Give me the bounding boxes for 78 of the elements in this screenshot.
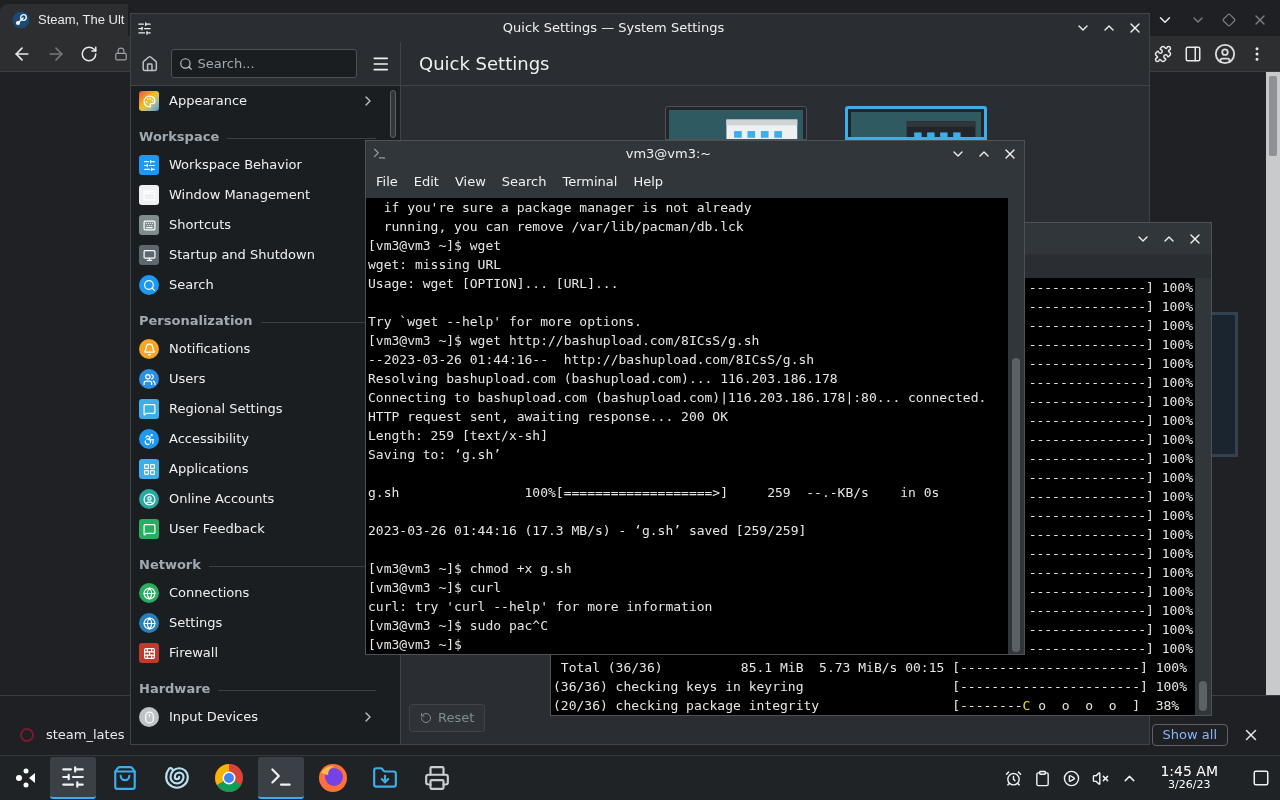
terminal-line: ---------------] 100% (1028, 526, 1193, 544)
section-heading: Hardware (139, 679, 211, 698)
terminal-line: 2023-03-26 01:44:16 (17.3 MB/s) - ‘g.sh’ saved [259/259] (368, 522, 808, 540)
sidebar-item[interactable]: Search (131, 270, 363, 300)
menu-item[interactable]: Edit (405, 172, 447, 192)
sidebar-item[interactable]: Workspace Behavior (131, 150, 363, 180)
terminal-line: ---------------] 100% (1028, 279, 1193, 297)
terminal-line: Saving to: ‘g.sh’ (368, 446, 503, 464)
search-field[interactable]: Search... (170, 49, 357, 78)
menu-item[interactable]: Help (625, 172, 672, 192)
sidebar-item[interactable]: User Feedback (131, 514, 363, 544)
terminal-line: Try `wget --help' for more options. (368, 313, 643, 331)
terminal-line: ---------------] 100% (1028, 336, 1193, 354)
sidebar-item[interactable]: Shortcuts (131, 210, 363, 240)
menu-item[interactable]: File (368, 172, 406, 192)
sidebar-item[interactable]: Accessibility (131, 424, 363, 454)
terminal-line: ---------------] 100% (1028, 374, 1193, 392)
terminal-line: Usage: wget [OPTION]... [URL]... (368, 275, 620, 293)
terminal-line: ---------------] 100% (1028, 431, 1193, 449)
terminal-line: HTTP request sent, awaiting response... 200 OK (368, 408, 730, 426)
terminal-line: [vm3@vm3 ~]$ sudo pac^C (368, 617, 549, 635)
sidebar-item[interactable]: Regional Settings (131, 394, 363, 424)
sidebar-item[interactable]: Applications (131, 454, 363, 484)
sidebar-item[interactable]: Settings (131, 608, 363, 638)
terminal-line: --2023-03-26 01:44:16-- http://bashupload.com/8ICsS/g.sh (368, 351, 816, 369)
terminal-line: ---------------] 100% (1028, 393, 1193, 411)
terminal-line: ---------------] 100% (1028, 412, 1193, 430)
terminal-line: wget: missing URL (368, 256, 503, 274)
terminal-line: ---------------] 100% (1028, 564, 1193, 582)
terminal-line: ---------------] 100% (1028, 621, 1193, 639)
sidebar-item[interactable]: Notifications (131, 334, 363, 364)
section-heading: Network (139, 555, 201, 574)
terminal-line: ---------------] 100% (1028, 488, 1193, 506)
clock[interactable]: 1:45 AM 3/26/23 (1160, 764, 1218, 792)
menu-item[interactable]: View (446, 172, 494, 192)
terminal-line: [vm3@vm3 ~]$ wget http://bashupload.com/8ICsS/g.sh (368, 332, 761, 350)
terminal-line: ---------------] 100% (1028, 355, 1193, 373)
terminal-line: Resolving bashupload.com (bashupload.com)... 116.203.186.178 (368, 370, 839, 388)
terminal-line: Total (36/36) 85.1 MiB 5.73 MiB/s 00:15 [-----------------------] 100% (559, 659, 1188, 677)
terminal-line: ---------------] 100% (1028, 298, 1193, 316)
sidebar-item[interactable]: Online Accounts (131, 484, 363, 514)
sidebar-item[interactable]: Users (131, 364, 363, 394)
sidebar-item[interactable]: Appearance (131, 86, 386, 116)
terminal-line: running, you can remove /var/lib/pacman/db.lck (382, 218, 745, 236)
terminal-line: Length: 259 [text/x-sh] (368, 427, 549, 445)
terminal-line: if you're sure a package manager is not already (382, 199, 753, 217)
menu-item[interactable]: Search (493, 172, 555, 192)
terminal-window: vm3@vm3:~ File Edit View Search Terminal Help if you're sure a package manager is not already running, you can remove /var/lib/pacman/db.lck [vm3@vm3 ~]$ wget wget: missing URL Usage: wget [OPTION]... [URL]... Try `wget --help' for more options. [vm3@vm3 ~]$ wget http://bashupload.com/8ICsS/g.sh --2023-03-26 01:44:16-- http://bashupload.com/8ICsS/g.sh Resolving bashupload.com (bashupload.com)... 116.203.186.178 Connecting to bashupload.com (bashupload.com)|116.203.186.178|:80... connected. HTTP request sent, awaiting response... 200 OK Length: 259 [text/x-sh] Saving to: ‘g.sh’ g.sh 100%[===================>] 259 --.-KB/s in 0s 2023-03-26 01:44:16 (17.3 MB/s) - ‘g.sh’ saved [259/259] [vm3@vm3 ~]$ chmod +x g.sh [vm3@vm3 ~]$ curl curl: try 'curl --help' for more information [vm3@vm3 ~]$ sudo pac^C [vm3@vm3 ~]$ (365, 140, 1025, 655)
terminal-line: ---------------] 100% (1028, 450, 1193, 468)
terminal-line: ---------------] 100% (1028, 545, 1193, 563)
terminal-line: g.sh 100%[===================>] 259 --.-KB/s in 0s (368, 484, 941, 502)
sidebar-item[interactable]: Connections (131, 578, 363, 608)
terminal-line: [vm3@vm3 ~]$ wget (368, 237, 503, 255)
terminal-line: ---------------] 100% (1028, 640, 1193, 658)
terminal-line: ---------------] 100% (1028, 602, 1193, 620)
section-heading: Personalization (139, 311, 253, 330)
page-title: Quick Settings (419, 52, 550, 76)
terminal-line: curl: try 'curl --help' for more information (368, 598, 714, 616)
terminal-line: [vm3@vm3 ~]$ chmod +x g.sh (368, 560, 573, 578)
terminal-line: Connecting to bashupload.com (bashupload.com)|116.203.186.178|:80... connected. (368, 389, 988, 407)
browser-tab[interactable]: Steam, The Ult (0, 4, 128, 36)
terminal-line: ---------------] 100% (1028, 583, 1193, 601)
menu-item[interactable]: Terminal (554, 172, 626, 192)
terminal-line: ---------------] 100% (1028, 469, 1193, 487)
sidebar-item[interactable]: Firewall (131, 638, 363, 668)
show-all-button[interactable]: Show all (1151, 723, 1228, 746)
sidebar-item[interactable]: Window Management (131, 180, 363, 210)
terminal-line: [vm3@vm3 ~]$ (368, 636, 463, 654)
download-item[interactable]: steam_lates (46, 724, 125, 745)
section-heading: Workspace (139, 127, 220, 146)
terminal-line: (36/36) checking keys in keyring [-----------------------] 100% (553, 678, 1188, 696)
sidebar-item[interactable]: Input Devices (131, 702, 386, 732)
reset-button[interactable]: Reset (409, 704, 486, 732)
terminal-line: (20/36) checking package integrity [--------C o o o o ] 38% (553, 697, 1181, 715)
sidebar-item[interactable]: Startup and Shutdown (131, 240, 363, 270)
terminal-line: ---------------] 100% (1028, 507, 1193, 525)
terminal-line: [vm3@vm3 ~]$ curl (368, 579, 503, 597)
terminal-line: ---------------] 100% (1028, 317, 1193, 335)
